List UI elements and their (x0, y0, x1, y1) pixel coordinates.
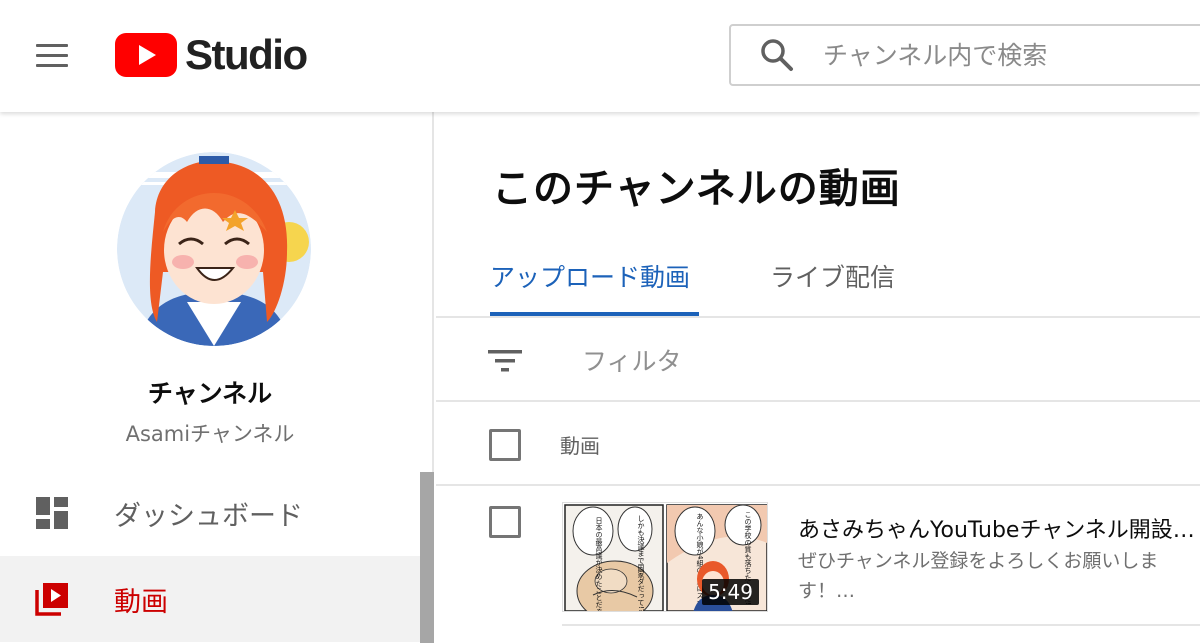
video-title[interactable]: あさみちゃんYouTubeチャンネル開設… (798, 512, 1200, 544)
search-input[interactable] (823, 40, 1183, 70)
manga-bubble-text: 日本の最高議が決めたことだぞ！ (595, 517, 603, 612)
table-row: 日本の最高議が決めたことだぞ！ しかも決議まで国家ダだって!? あんな小娘が4組… (436, 486, 1200, 643)
sidebar-item-label: ダッシュボード (114, 500, 303, 532)
youtube-play-logo-icon (115, 33, 177, 77)
select-all-checkbox[interactable] (489, 429, 521, 461)
video-library-icon (35, 583, 68, 616)
sidebar-item-dashboard[interactable]: ダッシュボード (0, 470, 420, 556)
dashboard-icon (36, 497, 68, 529)
sidebar-item-videos[interactable]: 動画 (0, 556, 420, 642)
row-divider (562, 624, 1200, 626)
row-checkbox[interactable] (489, 506, 521, 538)
video-thumbnail[interactable]: 日本の最高議が決めたことだぞ！ しかも決議まで国家ダだって!? あんな小娘が4組… (562, 502, 768, 612)
search-icon[interactable] (759, 37, 795, 73)
sidebar-item-label: 動画 (114, 586, 168, 618)
channel-search-box[interactable] (729, 24, 1200, 86)
table-header: 動画 (436, 402, 1200, 486)
left-sidebar: チャンネル Asamiチャンネル ダッシュボード 動画 (0, 112, 434, 643)
logo-text: Studio (185, 31, 308, 78)
hamburger-menu-icon[interactable] (30, 38, 76, 74)
page-title: このチャンネルの動画 (492, 166, 901, 212)
video-description: ぜひチャンネル登録をよろしくお願いします！… (798, 550, 1159, 602)
channel-title: チャンネル (147, 379, 273, 408)
avatar-illustration (117, 152, 311, 346)
filter-icon[interactable] (488, 346, 522, 376)
channel-avatar[interactable] (117, 152, 311, 346)
channel-name: Asamiチャンネル (125, 422, 295, 446)
filter-input[interactable]: フィルタ (582, 342, 682, 378)
top-app-bar: Studio (0, 0, 1200, 112)
tab-live[interactable]: ライブ配信 (770, 258, 895, 294)
column-header-video: 動画 (560, 434, 600, 458)
active-tab-indicator (490, 312, 699, 316)
filter-bar: フィルタ (436, 318, 1200, 402)
main-content: このチャンネルの動画 アップロード動画 ライブ配信 フィルタ 動画 日本の最高議… (436, 112, 1200, 643)
tabs-bar: アップロード動画 ライブ配信 (436, 242, 1200, 318)
manga-bubble-text: しかも決議まで国家ダだって!? (637, 515, 645, 612)
youtube-studio-logo[interactable]: Studio (115, 31, 308, 78)
tab-uploads[interactable]: アップロード動画 (490, 258, 690, 294)
sidebar-scrollbar[interactable] (420, 472, 434, 643)
video-duration: 5:49 (702, 579, 759, 605)
